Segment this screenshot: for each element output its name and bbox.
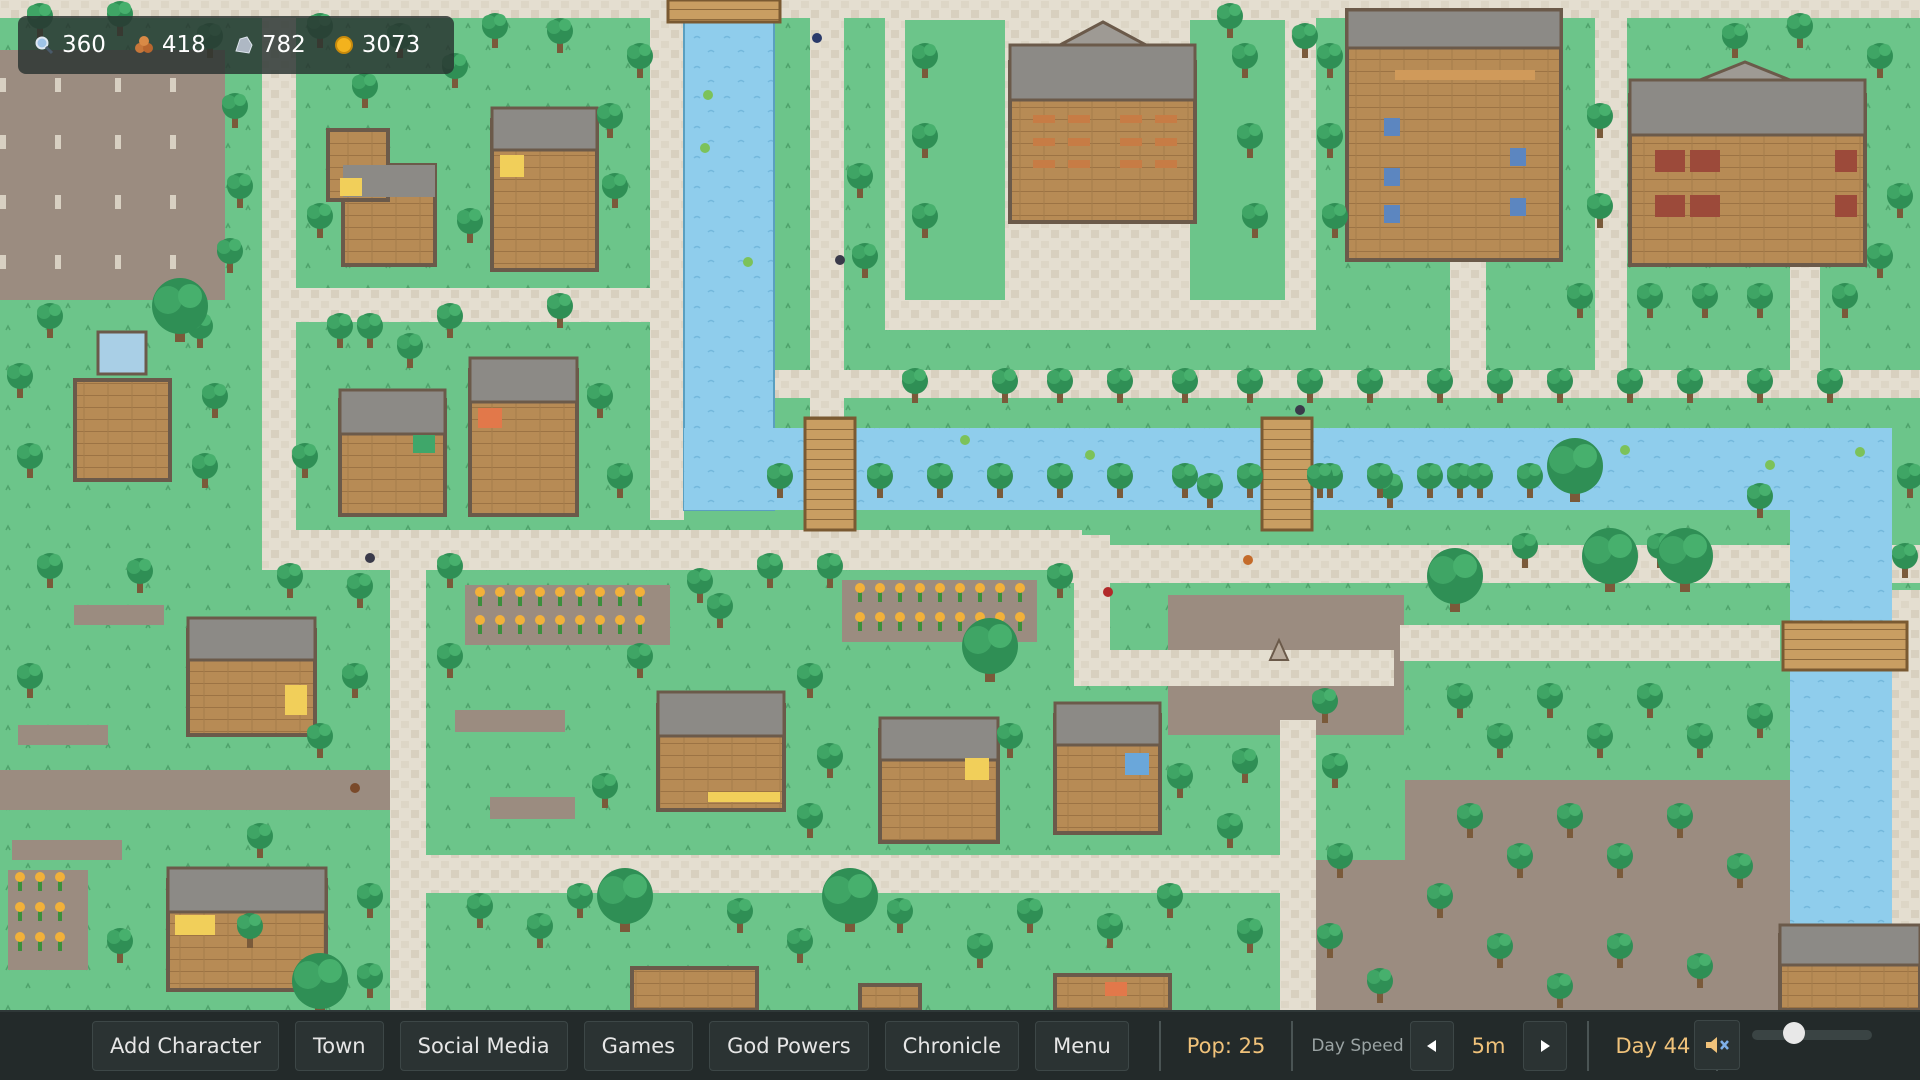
dirt-plot <box>0 50 225 300</box>
game-map[interactable] <box>0 0 1920 1010</box>
resource-knowledge: 360 <box>34 32 106 58</box>
town-button[interactable]: Town <box>295 1021 384 1071</box>
chronicle-button[interactable]: Chronicle <box>884 1021 1020 1071</box>
dirt-road-west <box>0 770 390 810</box>
villager[interactable] <box>1243 555 1253 565</box>
villager[interactable] <box>1103 587 1113 597</box>
greenhouse[interactable] <box>73 378 172 482</box>
day-speed-value: 5m <box>1471 1034 1506 1058</box>
menu-button[interactable]: Menu <box>1035 1021 1129 1071</box>
bottom-toolbar: Add Character Town Social Media Games Go… <box>0 1010 1920 1080</box>
speaker-muted-icon <box>1706 1037 1729 1053</box>
day-counter: Day 44 <box>1615 1034 1691 1058</box>
toolbar-divider <box>1291 1021 1294 1071</box>
resource-gold-value: 3073 <box>361 32 421 58</box>
god-powers-button[interactable]: God Powers <box>709 1021 869 1071</box>
resource-hud: 360 418 782 3073 <box>18 16 454 74</box>
resource-gold: 3073 <box>334 32 421 58</box>
bridge-south[interactable] <box>1781 620 1909 672</box>
mute-button[interactable] <box>1694 1020 1740 1070</box>
villager[interactable] <box>812 33 822 43</box>
bridge-west[interactable] <box>803 416 857 532</box>
arrow-right-icon <box>1541 1040 1551 1052</box>
villager[interactable] <box>1295 405 1305 415</box>
toolbar-divider <box>1587 1021 1590 1071</box>
magnifier-icon <box>35 36 54 55</box>
add-character-button[interactable]: Add Character <box>92 1021 280 1071</box>
house-10[interactable] <box>858 983 922 1010</box>
bridge-east[interactable] <box>1260 416 1314 532</box>
volume-slider-track[interactable] <box>1752 1030 1872 1040</box>
day-speed-label: Day Speed <box>1311 1036 1404 1056</box>
social-media-button[interactable]: Social Media <box>399 1021 568 1071</box>
resource-stone-value: 782 <box>261 32 306 58</box>
town-map-canvas[interactable] <box>0 0 1920 1010</box>
resource-stone: 782 <box>234 32 306 58</box>
stone-icon <box>235 36 253 54</box>
resource-knowledge-value: 360 <box>62 32 106 58</box>
gold-coin-icon <box>334 36 353 54</box>
games-button[interactable]: Games <box>583 1021 694 1071</box>
volume-slider-thumb[interactable] <box>1783 1022 1805 1044</box>
villager[interactable] <box>350 783 360 793</box>
resource-wood: 418 <box>134 32 206 58</box>
arrow-left-icon <box>1426 1040 1436 1052</box>
villager[interactable] <box>835 255 845 265</box>
resource-wood-value: 418 <box>161 32 206 58</box>
bridge-north[interactable] <box>666 0 782 24</box>
speed-decrease-button[interactable] <box>1409 1021 1454 1071</box>
wood-icon <box>134 36 153 53</box>
toolbar-divider <box>1158 1021 1161 1071</box>
population-count: Pop: 25 <box>1186 1034 1266 1058</box>
villager[interactable] <box>365 553 375 563</box>
house-9[interactable] <box>630 966 759 1010</box>
speed-increase-button[interactable] <box>1523 1021 1568 1071</box>
